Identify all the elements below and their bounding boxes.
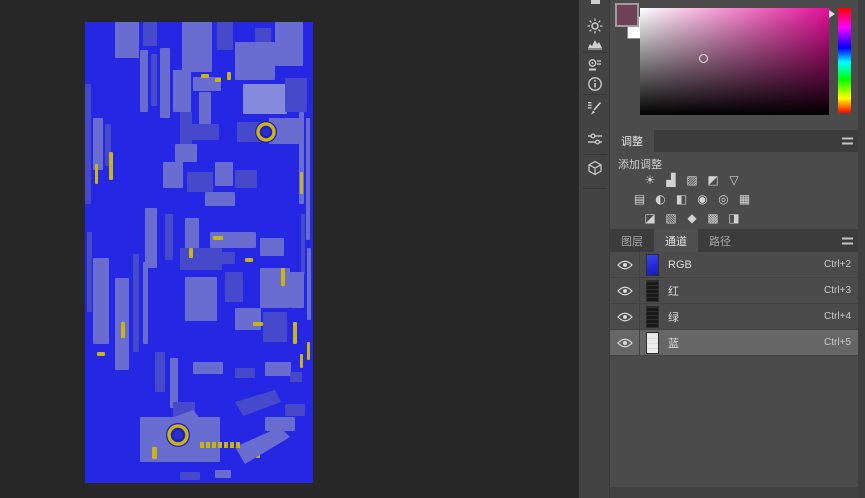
invert-icon[interactable]: ◪ — [642, 210, 659, 226]
dock-separator — [583, 154, 607, 155]
channel-label: 绿 — [668, 311, 679, 324]
vibrance-icon[interactable]: ▽ — [726, 172, 743, 188]
visibility-eye-icon[interactable] — [610, 303, 640, 330]
channel-row-RGB[interactable]: RGB Ctrl+2 — [610, 251, 865, 278]
document-image[interactable] — [85, 22, 313, 483]
adjustments-panel: 添加调整 ☀ ▟ ▨ ◩ ▽ ▤ ◐ ◧ ◉ ◎ ▦ ◪ ▧ ◆ ▩ ◨ — [610, 152, 865, 228]
hue-slider[interactable] — [838, 8, 851, 113]
channel-mixer-icon[interactable]: ◎ — [715, 191, 732, 207]
adjustments-tabbar: 调整 — [610, 130, 865, 152]
dock-separator — [583, 94, 607, 95]
channel-thumbnail[interactable] — [646, 253, 659, 276]
foreground-color-swatch[interactable] — [615, 3, 639, 27]
color-panel — [610, 0, 858, 130]
photoshop-workspace: 调整 添加调整 ☀ ▟ ▨ ◩ ▽ ▤ ◐ ◧ ◉ ◎ ▦ ◪ ▧ ◆ ▩ ◨ 图层 通道 路径 RGB Ctrl+… — [0, 0, 865, 498]
exposure-icon[interactable]: ◩ — [705, 172, 722, 188]
adjustment-icon-grid: ☀ ▟ ▨ ◩ ▽ ▤ ◐ ◧ ◉ ◎ ▦ ◪ ▧ ◆ ▩ ◨ — [627, 172, 757, 229]
dock-separator — [583, 188, 607, 189]
channel-thumbnail[interactable] — [646, 331, 659, 354]
color-field-marker[interactable] — [699, 54, 708, 63]
tab-通道[interactable]: 通道 — [654, 229, 698, 252]
3d-cube-icon[interactable] — [579, 159, 611, 177]
levels-icon[interactable]: ▟ — [663, 172, 680, 188]
channel-row-红[interactable]: 红 Ctrl+3 — [610, 277, 865, 304]
canvas-area[interactable] — [0, 0, 578, 498]
gradient-map-icon[interactable]: ▩ — [705, 210, 722, 226]
add-adjustment-label: 添加调整 — [618, 159, 662, 171]
black-white-icon[interactable]: ◧ — [673, 191, 690, 207]
selective-color-icon[interactable]: ◨ — [726, 210, 743, 226]
clone-source-icon[interactable] — [579, 56, 611, 74]
tab-adjustments[interactable]: 调整 — [610, 130, 654, 152]
panel-bottom-bar — [610, 487, 858, 498]
tool-sliders-icon[interactable] — [579, 130, 611, 148]
channel-label: 蓝 — [668, 337, 679, 350]
curves-icon[interactable]: ▨ — [684, 172, 701, 188]
channel-thumbnail[interactable] — [646, 279, 659, 302]
channel-shortcut: Ctrl+5 — [824, 337, 851, 348]
visibility-eye-icon[interactable] — [610, 277, 640, 304]
tab-图层[interactable]: 图层 — [610, 229, 654, 252]
channels-tabbar: 图层 通道 路径 — [610, 229, 865, 252]
panel-menu-icon[interactable] — [842, 237, 853, 244]
window-right-edge — [858, 0, 865, 498]
channel-row-绿[interactable]: 绿 Ctrl+4 — [610, 303, 865, 330]
channel-list: RGB Ctrl+2 红 Ctrl+3 绿 Ctrl+4 蓝 Ctrl+5 — [610, 251, 865, 356]
channel-shortcut: Ctrl+2 — [824, 259, 851, 270]
color-lookup-icon[interactable]: ▦ — [736, 191, 753, 207]
photo-filter-icon[interactable]: ◉ — [694, 191, 711, 207]
hue-slider-pointer-icon[interactable] — [829, 10, 835, 18]
adjustment-row: ◪ ▧ ◆ ▩ ◨ — [627, 210, 757, 226]
brush-settings-icon[interactable] — [579, 99, 611, 117]
visibility-eye-icon[interactable] — [610, 251, 640, 278]
tab-路径[interactable]: 路径 — [698, 229, 742, 252]
panels-column: 调整 添加调整 ☀ ▟ ▨ ◩ ▽ ▤ ◐ ◧ ◉ ◎ ▦ ◪ ▧ ◆ ▩ ◨ 图层 通道 路径 RGB Ctrl+… — [610, 0, 865, 498]
channel-row-蓝[interactable]: 蓝 Ctrl+5 — [610, 329, 865, 356]
blue-channel-texture — [85, 22, 313, 483]
dock-separator — [583, 52, 607, 53]
panel-menu-icon[interactable] — [842, 137, 853, 145]
adjustment-row: ▤ ◐ ◧ ◉ ◎ ▦ — [627, 191, 757, 207]
histogram-icon[interactable] — [579, 34, 611, 52]
panel-dock — [578, 0, 610, 498]
brightness-contrast-icon[interactable]: ☀ — [642, 172, 659, 188]
color-balance-icon[interactable]: ◐ — [652, 191, 669, 207]
threshold-icon[interactable]: ◆ — [684, 210, 701, 226]
adjustments-sun-icon[interactable] — [579, 17, 611, 35]
saturation-brightness-field[interactable] — [640, 8, 829, 115]
info-icon[interactable] — [579, 75, 611, 93]
channel-shortcut: Ctrl+3 — [824, 285, 851, 296]
posterize-icon[interactable]: ▧ — [663, 210, 680, 226]
adjustment-row: ☀ ▟ ▨ ◩ ▽ — [627, 172, 757, 188]
channel-shortcut: Ctrl+4 — [824, 311, 851, 322]
visibility-eye-icon[interactable] — [610, 329, 640, 356]
channel-label: RGB — [668, 258, 692, 271]
channel-label: 红 — [668, 285, 679, 298]
hue-saturation-icon[interactable]: ▤ — [631, 191, 648, 207]
channels-tabs: 图层 通道 路径 — [610, 229, 742, 252]
clipped-dock-icon[interactable] — [591, 0, 600, 4]
channel-thumbnail[interactable] — [646, 305, 659, 328]
